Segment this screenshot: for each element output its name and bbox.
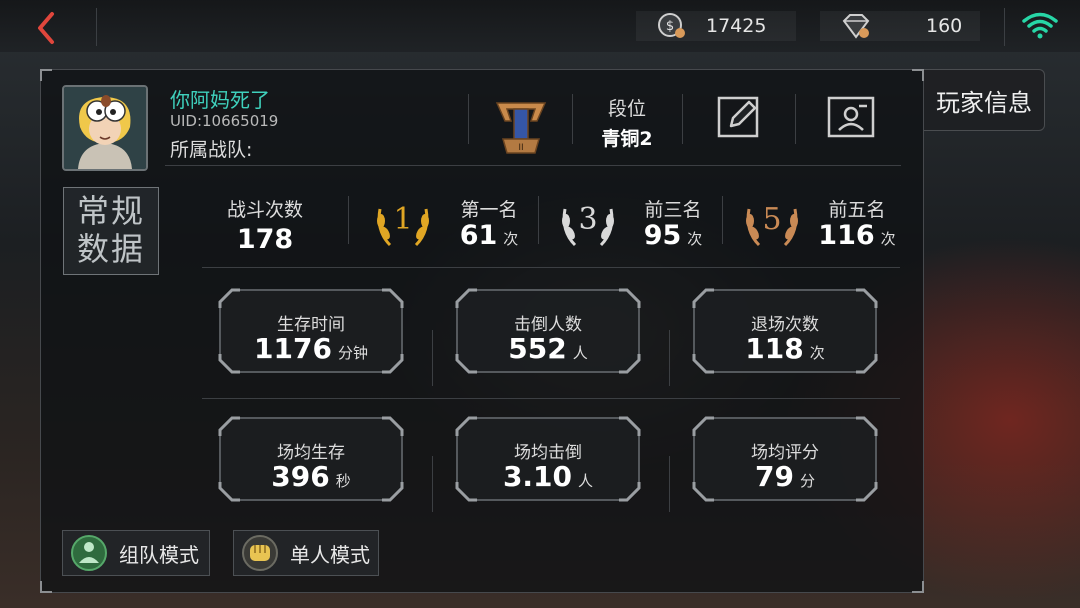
stat-card-exits: 退场次数 118 次 xyxy=(692,288,878,374)
svg-text:3: 3 xyxy=(578,202,597,237)
solo-mode-label: 单人模式 xyxy=(290,542,370,567)
diamond-icon xyxy=(842,14,870,39)
divider xyxy=(432,456,433,512)
wifi-icon xyxy=(1022,12,1058,39)
stat-card-avg-knockdowns: 场均击倒 3.10 人 xyxy=(455,416,641,502)
panel-corner xyxy=(912,69,924,81)
diamond-counter: 160 xyxy=(820,11,980,41)
first-place-label: 第一名 xyxy=(460,199,518,221)
silver-laurel-icon: 3 xyxy=(562,202,614,247)
squad-mode-button[interactable]: 组队模式 xyxy=(62,530,210,576)
stat-value: 396 秒 xyxy=(271,460,351,493)
divider xyxy=(722,196,723,244)
divider xyxy=(165,165,901,166)
coin-amount: 17425 xyxy=(706,15,767,37)
gold-laurel-icon: 1 xyxy=(377,202,429,247)
avatar[interactable] xyxy=(62,85,148,171)
rank-label: 段位 xyxy=(607,98,646,120)
divider xyxy=(202,398,900,399)
divider xyxy=(348,196,349,244)
stat-value: 3.10 人 xyxy=(502,460,594,493)
stat-value: 552 人 xyxy=(508,332,588,365)
edit-icon xyxy=(717,96,759,138)
top-five-label: 前五名 xyxy=(828,199,886,221)
solo-mode-button[interactable]: 单人模式 xyxy=(233,530,379,576)
top-five-value: 116 次 xyxy=(818,220,896,251)
stat-value: 1176 分钟 xyxy=(254,332,368,365)
fist-icon xyxy=(242,535,278,571)
bronze-rank-icon: II xyxy=(495,102,547,154)
coin-counter: $ 17425 xyxy=(636,11,796,41)
divider xyxy=(669,456,670,512)
divider xyxy=(96,8,97,46)
squad-mode-label: 组队模式 xyxy=(119,542,199,567)
section-tag-text: 常规 数据 xyxy=(76,192,145,268)
profile-card-icon xyxy=(827,96,875,138)
battles-label: 战斗次数 xyxy=(226,199,303,221)
player-team-label: 所属战队: xyxy=(170,139,253,161)
divider xyxy=(432,330,433,386)
stat-card-avg-score: 场均评分 79 分 xyxy=(692,416,878,502)
tab-player-info[interactable]: 玩家信息 xyxy=(924,69,1045,131)
stat-card-avg-survival: 场均生存 396 秒 xyxy=(218,416,404,502)
svg-text:1: 1 xyxy=(393,202,412,237)
divider xyxy=(538,196,539,244)
divider xyxy=(468,94,469,144)
stat-value: 79 分 xyxy=(755,460,815,493)
bronze-laurel-icon: 5 xyxy=(746,202,798,247)
stat-card-survival-time: 生存时间 1176 分钟 xyxy=(218,288,404,374)
top-three-value: 95 次 xyxy=(643,220,703,251)
top-three-label: 前三名 xyxy=(644,199,702,221)
panel-corner xyxy=(40,69,52,81)
stat-value: 118 次 xyxy=(745,332,825,365)
squad-icon xyxy=(71,535,107,571)
profile-card-button[interactable] xyxy=(827,94,875,140)
divider xyxy=(682,94,683,144)
divider xyxy=(202,267,900,268)
edit-button[interactable] xyxy=(715,94,763,140)
panel-corner xyxy=(40,581,52,593)
back-button[interactable] xyxy=(26,8,70,48)
panel-corner xyxy=(912,581,924,593)
svg-text:II: II xyxy=(518,143,523,153)
avatar-image xyxy=(64,87,146,169)
divider xyxy=(795,94,796,144)
first-place-value: 61 次 xyxy=(459,220,519,251)
stat-card-knockdowns: 击倒人数 552 人 xyxy=(455,288,641,374)
diamond-amount: 160 xyxy=(926,15,963,37)
top-bar: $ 17425 160 xyxy=(0,0,1080,52)
battles-value: 178 xyxy=(236,224,294,255)
tab-player-info-label: 玩家信息 xyxy=(936,88,1032,117)
divider xyxy=(669,330,670,386)
divider xyxy=(1004,8,1005,46)
section-tag-regular-data: 常规 数据 xyxy=(63,187,159,275)
chevron-left-icon xyxy=(38,12,54,44)
svg-text:5: 5 xyxy=(762,202,781,237)
coin-icon: $ xyxy=(658,13,685,38)
player-name: 你阿妈死了 xyxy=(170,88,270,112)
rank-value: 青铜2 xyxy=(601,128,653,150)
player-uid: UID:10665019 xyxy=(170,112,279,130)
svg-text:$: $ xyxy=(666,19,674,34)
